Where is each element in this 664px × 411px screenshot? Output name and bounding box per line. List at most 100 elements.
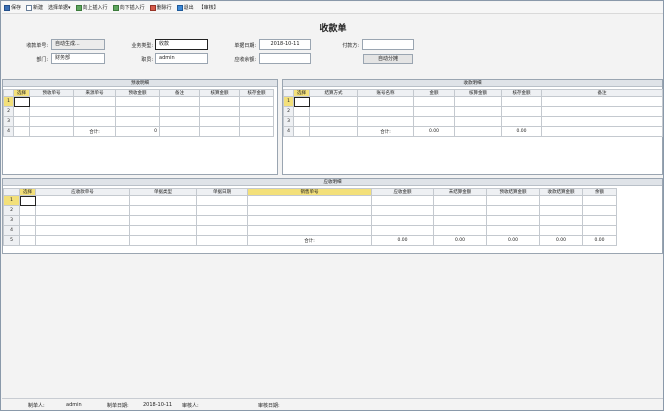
grid-cell[interactable] (371, 215, 434, 226)
grid-cell[interactable] (159, 116, 200, 127)
grid-cell[interactable] (247, 205, 372, 216)
grid-cell[interactable] (454, 96, 502, 107)
doc-date-field[interactable]: 2018-10-11 (259, 39, 311, 50)
grid-cell[interactable] (35, 215, 130, 226)
grid-cell[interactable] (247, 225, 372, 236)
table-row[interactable]: 1 (3, 195, 617, 206)
select-doc-button[interactable]: 选择单据▾ (48, 3, 71, 13)
grid-cell[interactable] (357, 116, 414, 127)
grid-cell[interactable] (582, 195, 617, 206)
insert-above-button[interactable]: 向上插入行 (75, 3, 108, 13)
grid-cell[interactable] (115, 106, 160, 117)
grid-cell[interactable] (454, 116, 502, 127)
grid-cell[interactable] (239, 116, 274, 127)
grid-cell[interactable] (486, 205, 540, 216)
grid-cell[interactable] (357, 96, 414, 107)
grid-cell[interactable] (371, 205, 434, 216)
auto-allocate-button[interactable]: 自动分摊 (363, 54, 413, 64)
grid-cell[interactable] (413, 116, 455, 127)
select-cell[interactable] (13, 96, 30, 107)
grid-cell[interactable] (129, 205, 197, 216)
grid-cell[interactable] (582, 205, 617, 216)
grid-cell[interactable] (433, 225, 487, 236)
grid-cell[interactable] (199, 116, 240, 127)
biz-type-select[interactable]: 收款 (155, 39, 208, 50)
receipt-col-stock[interactable]: 核存金额 (501, 89, 542, 97)
table-row[interactable]: 2 (3, 106, 274, 117)
grid-cell[interactable] (501, 106, 542, 117)
grid-cell[interactable] (129, 195, 197, 206)
grid-cell[interactable] (35, 205, 130, 216)
grid-cell[interactable] (239, 96, 274, 107)
receipt-col-remark[interactable]: 备注 (541, 89, 663, 97)
grid-cell[interactable] (196, 205, 248, 216)
grid-cell[interactable] (73, 96, 116, 107)
grid-cell[interactable] (433, 195, 487, 206)
table-row[interactable]: 1 (3, 96, 274, 107)
select-cell[interactable] (19, 225, 36, 236)
grid-cell[interactable] (129, 225, 197, 236)
prepay-col-source[interactable]: 来源单号 (73, 89, 116, 97)
grid-cell[interactable] (539, 215, 583, 226)
grid-cell[interactable] (582, 225, 617, 236)
receipt-col-account[interactable]: 账号名称 (357, 89, 414, 97)
grid-cell[interactable] (371, 195, 434, 206)
save-button[interactable]: 保存 (4, 3, 21, 13)
grid-cell[interactable] (196, 225, 248, 236)
grid-cell[interactable] (309, 96, 358, 107)
grid-cell[interactable] (247, 195, 372, 206)
prepay-col-amount[interactable]: 预收金额 (115, 89, 160, 97)
select-cell[interactable] (293, 106, 310, 117)
grid-cell[interactable] (433, 205, 487, 216)
receivable-col-date[interactable]: 单据日期 (196, 188, 248, 196)
select-cell[interactable] (13, 116, 30, 127)
grid-cell[interactable] (413, 96, 455, 107)
grid-cell[interactable] (73, 116, 116, 127)
grid-cell[interactable] (159, 96, 200, 107)
table-row[interactable]: 3 (283, 116, 663, 127)
prepay-col-settle[interactable]: 核算金额 (199, 89, 240, 97)
grid-cell[interactable] (129, 215, 197, 226)
receivable-col-prepay-settle[interactable]: 预收结算金额 (486, 188, 540, 196)
receipt-no-field[interactable]: 自动生成... (51, 39, 105, 50)
grid-cell[interactable] (29, 116, 74, 127)
grid-cell[interactable] (115, 96, 160, 107)
payer-field[interactable] (362, 39, 414, 50)
grid-cell[interactable] (29, 106, 74, 117)
grid-cell[interactable] (541, 106, 663, 117)
table-row[interactable]: 1 (283, 96, 663, 107)
new-button[interactable]: 新建 (26, 3, 43, 13)
grid-cell[interactable] (486, 195, 540, 206)
prepay-col-stock[interactable]: 核存金额 (239, 89, 274, 97)
grid-cell[interactable] (413, 106, 455, 117)
receipt-col-amount[interactable]: 金额 (413, 89, 455, 97)
receivable-col-type[interactable]: 单据类型 (129, 188, 197, 196)
grid-cell[interactable] (501, 96, 542, 107)
prepay-col-remark[interactable]: 备注 (159, 89, 200, 97)
select-cell[interactable] (19, 195, 36, 206)
delete-row-button[interactable]: 删除行 (149, 3, 172, 13)
table-row[interactable]: 3 (3, 215, 617, 226)
grid-cell[interactable] (357, 106, 414, 117)
select-cell[interactable] (19, 215, 36, 226)
audit-button[interactable]: 【审核】 (199, 3, 219, 13)
grid-cell[interactable] (501, 116, 542, 127)
receipt-col-method[interactable]: 结算方式 (309, 89, 358, 97)
grid-cell[interactable] (541, 96, 663, 107)
select-cell[interactable] (19, 205, 36, 216)
prepay-col-no[interactable]: 预收单号 (29, 89, 74, 97)
grid-cell[interactable] (196, 195, 248, 206)
grid-cell[interactable] (309, 106, 358, 117)
receivable-col-select[interactable]: 选择 (19, 188, 36, 196)
grid-cell[interactable] (239, 106, 274, 117)
receivable-col-unsettled[interactable]: 未结算金额 (433, 188, 487, 196)
grid-cell[interactable] (486, 225, 540, 236)
dept-field[interactable]: 财务部 (51, 53, 105, 64)
receivable-col-amount[interactable]: 应收金额 (371, 188, 434, 196)
staff-field[interactable]: admin (155, 53, 208, 64)
receipt-col-select[interactable]: 选择 (293, 89, 310, 97)
grid-cell[interactable] (309, 116, 358, 127)
grid-cell[interactable] (541, 116, 663, 127)
grid-cell[interactable] (35, 195, 130, 206)
select-cell[interactable] (293, 116, 310, 127)
